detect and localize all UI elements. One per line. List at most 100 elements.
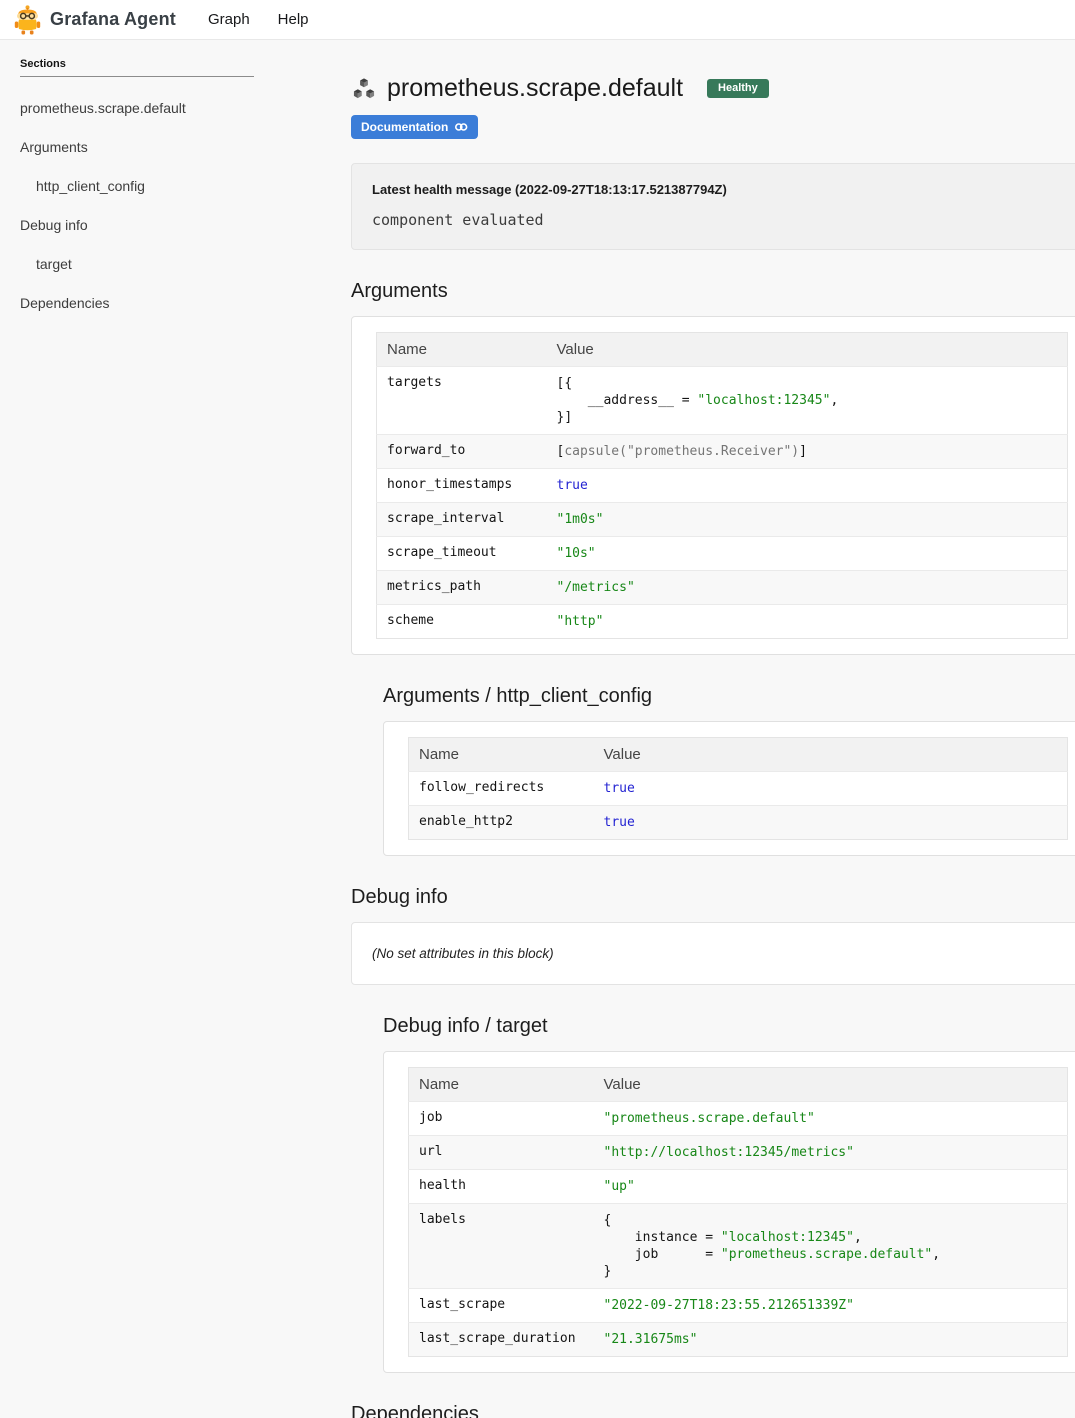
value-line: }] <box>557 409 1058 426</box>
value-segment: "10s" <box>557 546 596 561</box>
row-name: targets <box>377 367 547 435</box>
value-segment: } <box>604 1264 612 1279</box>
page-title: prometheus.scrape.default <box>387 74 683 103</box>
row-name: enable_http2 <box>409 806 594 840</box>
main-content: prometheus.scrape.default Healthy Docume… <box>351 40 1075 1418</box>
value-line: "1m0s" <box>557 511 1058 528</box>
value-line: } <box>604 1263 1058 1280</box>
sidebar-item-target[interactable]: target <box>20 256 260 272</box>
documentation-button-label: Documentation <box>361 120 448 134</box>
value-line: "/metrics" <box>557 579 1058 596</box>
health-message-label: Latest health message (2022-09-27T18:13:… <box>372 182 1072 197</box>
sidebar-item-dependencies[interactable]: Dependencies <box>20 295 260 311</box>
row-name: scrape_timeout <box>377 537 547 571</box>
grafana-agent-robot-icon <box>14 5 41 35</box>
row-value: true <box>547 469 1068 503</box>
top-nav: Graph Help <box>208 11 309 28</box>
value-line: [capsule("prometheus.Receiver")] <box>557 443 1058 460</box>
row-name: last_scrape <box>409 1289 594 1323</box>
column-header: Name <box>409 738 594 772</box>
value-line: "21.31675ms" <box>604 1331 1058 1348</box>
table-header-row: NameValue <box>409 738 1068 772</box>
value-segment: "2022-09-27T18:23:55.212651339Z" <box>604 1298 854 1313</box>
health-badge: Healthy <box>707 79 769 98</box>
table-row: last_scrape_duration "21.31675ms" <box>409 1323 1068 1357</box>
row-name: labels <box>409 1204 594 1289</box>
value-segment: , <box>830 393 838 408</box>
sections-title: Sections <box>20 58 254 77</box>
column-header: Value <box>594 1068 1068 1102</box>
row-name: last_scrape_duration <box>409 1323 594 1357</box>
top-header: Grafana Agent Graph Help <box>0 0 1075 40</box>
row-name: forward_to <box>377 435 547 469</box>
health-message-box: Latest health message (2022-09-27T18:13:… <box>351 163 1075 250</box>
value-segment: , <box>932 1247 940 1262</box>
row-value: "http://localhost:12345/metrics" <box>594 1136 1068 1170</box>
value-line: job = "prometheus.scrape.default", <box>604 1246 1058 1263</box>
value-line: true <box>604 780 1058 797</box>
value-line: true <box>557 477 1058 494</box>
row-name: honor_timestamps <box>377 469 547 503</box>
value-line: instance = "localhost:12345", <box>604 1229 1058 1246</box>
row-value: "/metrics" <box>547 571 1068 605</box>
value-segment: capsule("prometheus.Receiver") <box>564 444 799 459</box>
sidebar-item-http-client-config[interactable]: http_client_config <box>20 178 260 194</box>
row-value: "http" <box>547 605 1068 639</box>
value-line: "http://localhost:12345/metrics" <box>604 1144 1058 1161</box>
row-name: url <box>409 1136 594 1170</box>
debug-info-empty-box: (No set attributes in this block) <box>351 922 1075 985</box>
row-name: job <box>409 1102 594 1136</box>
table-row: job"prometheus.scrape.default" <box>409 1102 1068 1136</box>
value-segment: "http://localhost:12345/metrics" <box>604 1145 854 1160</box>
section-heading-debug-info: Debug info <box>351 886 1075 909</box>
brand-title: Grafana Agent <box>50 9 176 30</box>
value-line: "10s" <box>557 545 1058 562</box>
value-segment: "1m0s" <box>557 512 604 527</box>
sidebar-item-arguments[interactable]: Arguments <box>20 139 260 155</box>
value-segment: [{ <box>557 376 573 391</box>
sidebar: Sections prometheus.scrape.default Argume… <box>0 40 260 311</box>
table-row: scrape_interval "1m0s" <box>377 503 1068 537</box>
value-segment: { <box>604 1213 612 1228</box>
sidebar-item-debug-info[interactable]: Debug info <box>20 217 260 233</box>
table-row: scrape_timeout "10s" <box>377 537 1068 571</box>
link-icon <box>454 121 468 133</box>
section-heading-arguments: Arguments <box>351 280 1075 303</box>
value-segment: "up" <box>604 1179 635 1194</box>
http-client-config-table: NameValue follow_redirectstrueenable_htt… <box>408 737 1068 840</box>
debug-target-table: NameValue job"prometheus.scrape.default"… <box>408 1067 1068 1357</box>
value-line: { <box>604 1212 1058 1229</box>
column-header: Name <box>377 333 547 367</box>
row-name: health <box>409 1170 594 1204</box>
row-value: "21.31675ms" <box>594 1323 1068 1357</box>
value-segment: true <box>604 781 635 796</box>
table-header-row: NameValue <box>409 1068 1068 1102</box>
table-row: follow_redirectstrue <box>409 772 1068 806</box>
debug-target-card: NameValue job"prometheus.scrape.default"… <box>383 1051 1075 1373</box>
value-segment: true <box>557 478 588 493</box>
section-heading-debug-target: Debug info / target <box>383 1015 1075 1038</box>
section-heading-http-client-config: Arguments / http_client_config <box>383 685 1075 708</box>
brand[interactable]: Grafana Agent <box>14 5 176 35</box>
value-segment: job = <box>604 1247 721 1262</box>
table-row: forward_to [capsule("prometheus.Receiver"… <box>377 435 1068 469</box>
documentation-button[interactable]: Documentation <box>351 115 478 139</box>
row-value: true <box>594 772 1068 806</box>
value-line: [{ <box>557 375 1058 392</box>
value-line: "2022-09-27T18:23:55.212651339Z" <box>604 1297 1058 1314</box>
value-segment: __address__ = <box>557 393 698 408</box>
table-header-row: NameValue <box>377 333 1068 367</box>
value-segment: "localhost:12345" <box>721 1230 854 1245</box>
nav-item-help[interactable]: Help <box>278 11 309 28</box>
nav-item-graph[interactable]: Graph <box>208 11 250 28</box>
value-segment: }] <box>557 410 573 425</box>
row-name: scheme <box>377 605 547 639</box>
row-value: "2022-09-27T18:23:55.212651339Z" <box>594 1289 1068 1323</box>
table-row: last_scrape "2022-09-27T18:23:55.21265133… <box>409 1289 1068 1323</box>
column-header: Value <box>547 333 1068 367</box>
row-name: scrape_interval <box>377 503 547 537</box>
arguments-card: NameValue targets [{ __address__ = "local… <box>351 316 1075 655</box>
value-line: __address__ = "localhost:12345", <box>557 392 1058 409</box>
sidebar-item-prometheus-scrape-default[interactable]: prometheus.scrape.default <box>20 100 260 116</box>
table-row: labels { instance = "localhost:12345", jo… <box>409 1204 1068 1289</box>
